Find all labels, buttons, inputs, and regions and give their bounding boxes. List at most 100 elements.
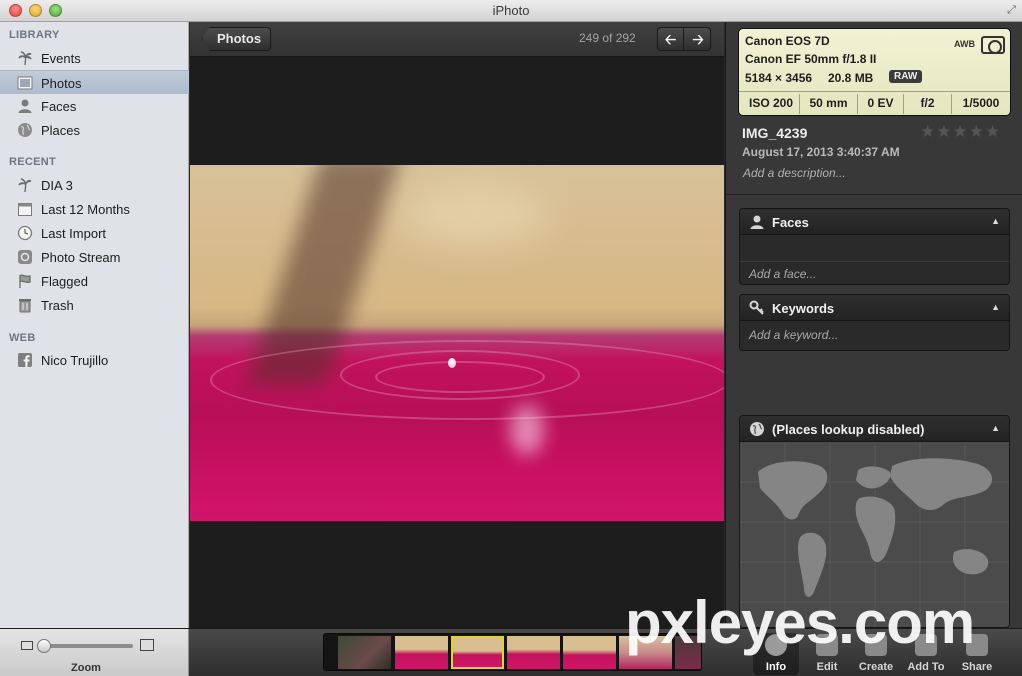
section-header-library: LIBRARY xyxy=(9,29,60,41)
zoom-out-icon[interactable] xyxy=(21,641,33,650)
fullscreen-icon[interactable]: ⤢ xyxy=(1005,4,1018,17)
image-dimensions: 5184 × 3456 xyxy=(745,71,813,85)
collapse-triangle-icon[interactable]: ▲ xyxy=(991,423,1000,433)
divider xyxy=(726,194,1022,195)
sidebar-item-last-12-months[interactable]: Last 12 Months xyxy=(0,197,189,221)
zoom-slider-track[interactable] xyxy=(39,644,133,648)
filmstrip-thumbnail-current[interactable] xyxy=(451,636,504,669)
sidebar-item-label: Photos xyxy=(41,76,82,91)
water-droplet xyxy=(448,358,456,368)
faces-panel-header[interactable]: Faces ▲ xyxy=(740,209,1009,235)
exposure-row: ISO 200 50 mm 0 EV f/2 1/5000 xyxy=(739,91,1010,116)
sidebar-item-faces[interactable]: Faces xyxy=(0,94,189,118)
section-header-recent: RECENT xyxy=(9,156,57,168)
camera-model: Canon EOS 7D xyxy=(745,34,830,48)
palm-tree-icon xyxy=(18,51,32,66)
faces-panel-title: Faces xyxy=(772,215,809,230)
sidebar-item-label: Photo Stream xyxy=(41,250,121,265)
sidebar-item-dia-3[interactable]: DIA 3 xyxy=(0,173,189,197)
photo-date[interactable]: August 17, 2013 3:40:37 AM xyxy=(742,145,900,159)
arrow-right-icon: 🡢 xyxy=(692,31,704,47)
sidebar-item-last-import[interactable]: Last Import xyxy=(0,221,189,245)
sidebar-item-photo-stream[interactable]: Photo Stream xyxy=(0,245,189,269)
places-panel-header[interactable]: (Places lookup disabled) ▲ xyxy=(740,416,1009,442)
description-field[interactable]: Add a description... xyxy=(743,166,846,180)
previous-photo-button[interactable]: 🡠 xyxy=(658,28,684,50)
zoom-control: Zoom xyxy=(0,629,189,676)
add-keyword-field[interactable]: Add a keyword... xyxy=(749,328,838,342)
toolbar-button-label: Info xyxy=(765,661,787,673)
sidebar-item-label: Faces xyxy=(41,99,77,114)
add-face-field[interactable]: Add a face... xyxy=(749,267,816,281)
sidebar-item-flagged[interactable]: Flagged xyxy=(0,269,189,293)
filmstrip-thumbnail[interactable] xyxy=(507,636,560,669)
divider xyxy=(740,261,1009,262)
keywords-panel: Keywords ▲ Add a keyword... xyxy=(739,294,1010,351)
file-size: 20.8 MB xyxy=(828,71,874,85)
format-badge: RAW xyxy=(889,70,923,83)
key-icon xyxy=(749,300,764,315)
window-title: iPhoto xyxy=(492,3,530,18)
title-bar: iPhoto ⤢ xyxy=(0,0,1022,22)
globe-icon xyxy=(750,422,764,436)
sidebar: LIBRARY Events Photos Faces Places RECEN… xyxy=(0,22,189,628)
filmstrip-thumbnail[interactable] xyxy=(395,636,448,669)
photo-navigation: 🡠 🡢 xyxy=(657,27,711,51)
zoom-in-icon[interactable] xyxy=(140,639,154,651)
toolbar-button-label: Edit xyxy=(816,661,838,673)
sidebar-item-label: Last 12 Months xyxy=(41,202,130,217)
info-panel: Canon EOS 7D AWB Canon EF 50mm f/1.8 II … xyxy=(725,22,1022,628)
globe-icon xyxy=(18,123,32,137)
keywords-panel-header[interactable]: Keywords ▲ xyxy=(740,295,1009,321)
sidebar-item-label: Events xyxy=(41,51,81,66)
collapse-triangle-icon[interactable]: ▲ xyxy=(991,216,1000,226)
sidebar-item-label: Last Import xyxy=(41,226,107,241)
focal-length-value: 50 mm xyxy=(809,96,848,110)
sidebar-item-nico-trujillo[interactable]: Nico Trujillo xyxy=(0,348,189,372)
water-ripple xyxy=(210,340,724,420)
collapse-triangle-icon[interactable]: ▲ xyxy=(991,302,1000,312)
sidebar-item-photos[interactable]: Photos xyxy=(0,70,189,94)
section-header-web: WEB xyxy=(9,332,36,344)
sidebar-item-label: Flagged xyxy=(41,274,88,289)
photo-viewer: Photos 249 of 292 🡠 🡢 xyxy=(190,22,724,628)
iphoto-window: iPhoto ⤢ LIBRARY Events Photos Faces Pla… xyxy=(0,0,1022,676)
metering-icon xyxy=(981,36,1005,54)
sidebar-item-label: Trash xyxy=(41,298,74,313)
photo-stream-icon xyxy=(18,250,32,264)
main-photo[interactable] xyxy=(190,165,724,521)
photo-highlight-shape xyxy=(400,185,550,245)
sidebar-item-trash[interactable]: Trash xyxy=(0,293,189,317)
iso-value: ISO 200 xyxy=(748,96,794,110)
star-rating[interactable]: ★★★★★ xyxy=(920,122,1001,142)
person-icon xyxy=(18,99,32,113)
sidebar-item-label: DIA 3 xyxy=(41,178,73,193)
viewer-toolbar: Photos 249 of 292 🡠 🡢 xyxy=(190,22,724,57)
photo-title[interactable]: IMG_4239 xyxy=(742,125,807,141)
places-panel-title: (Places lookup disabled) xyxy=(772,422,925,437)
keywords-panel-title: Keywords xyxy=(772,301,835,316)
clock-icon xyxy=(17,225,33,241)
exif-summary: Canon EOS 7D AWB Canon EF 50mm f/1.8 II … xyxy=(738,28,1011,116)
filmstrip-thumbnail[interactable] xyxy=(563,636,616,669)
arrow-left-icon: 🡠 xyxy=(664,31,677,47)
palm-tree-icon xyxy=(18,178,32,193)
flag-icon xyxy=(19,274,31,288)
toolbar-button-label: Add To xyxy=(907,661,945,673)
shutter-speed-value: 1/5000 xyxy=(962,96,1000,110)
filmstrip-thumbnail[interactable] xyxy=(338,636,391,669)
lens-model: Canon EF 50mm f/1.8 II xyxy=(745,52,877,66)
sidebar-item-places[interactable]: Places xyxy=(0,118,189,142)
sidebar-item-label: Places xyxy=(41,123,81,138)
calendar-icon xyxy=(18,203,32,216)
photo-icon xyxy=(17,76,33,90)
faces-panel: Faces ▲ Add a face... xyxy=(739,208,1010,285)
zoom-slider-thumb[interactable] xyxy=(36,639,51,653)
exposure-bias-value: 0 EV xyxy=(867,96,894,110)
aperture-value: f/2 xyxy=(920,96,935,110)
back-to-photos-button[interactable]: Photos xyxy=(202,27,272,51)
toolbar-button-label: Share xyxy=(961,661,993,673)
trash-icon xyxy=(19,299,31,313)
sidebar-item-events[interactable]: Events xyxy=(0,46,189,70)
next-photo-button[interactable]: 🡢 xyxy=(685,28,710,50)
